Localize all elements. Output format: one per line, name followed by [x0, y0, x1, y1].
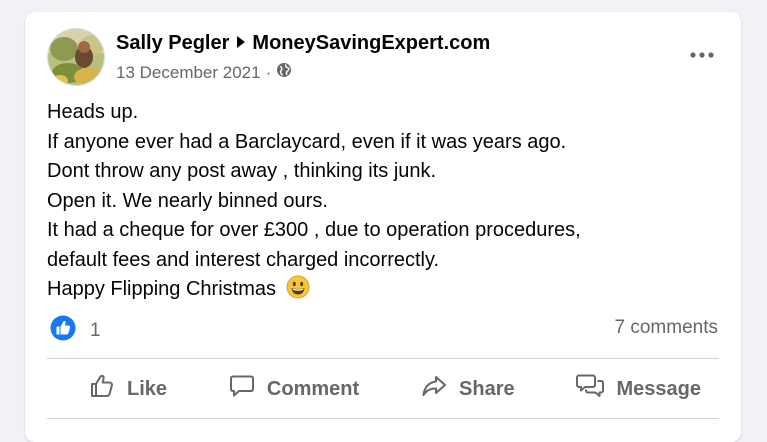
- comment-button[interactable]: Comment: [229, 373, 359, 405]
- reaction-summary[interactable]: 1: [50, 315, 101, 346]
- like-label: Like: [127, 377, 168, 400]
- avatar[interactable]: [47, 28, 105, 86]
- share-button[interactable]: Share: [421, 373, 515, 405]
- grinning-face-emoji-icon: [286, 275, 310, 309]
- divider: [47, 418, 719, 419]
- more-icon: [690, 52, 714, 58]
- like-reaction-icon: [50, 315, 76, 346]
- comment-label: Comment: [266, 377, 360, 400]
- group-name[interactable]: MoneySavingExpert.com: [252, 30, 490, 56]
- post-card: Sally Pegler MoneySavingExpert.com 13 De…: [25, 12, 741, 442]
- author-name[interactable]: Sally Pegler: [116, 30, 229, 56]
- globe-icon: [276, 62, 292, 84]
- post-header: Sally Pegler MoneySavingExpert.com: [116, 30, 490, 56]
- post-line: If anyone ever had a Barclaycard, even i…: [47, 130, 567, 153]
- post-body: Heads up. If anyone ever had a Barclayca…: [47, 98, 581, 309]
- action-bar: Like Comment Share Message: [47, 360, 719, 418]
- reaction-count: 1: [90, 319, 101, 341]
- like-button[interactable]: Like: [89, 373, 167, 405]
- post-meta: 13 December 2021 ·: [116, 62, 292, 84]
- more-options-button[interactable]: [685, 42, 719, 68]
- message-icon: [576, 373, 605, 405]
- post-line-last: Happy Flipping Christmas: [47, 275, 581, 309]
- post-line: Heads up.: [47, 101, 139, 123]
- post-line: default fees and interest charged incorr…: [47, 248, 440, 271]
- message-label: Message: [616, 377, 701, 400]
- divider: [47, 358, 719, 359]
- post-line: It had a cheque for over £300 , due to o…: [47, 219, 581, 241]
- share-icon: [421, 373, 447, 405]
- share-label: Share: [459, 377, 515, 400]
- caret-right-icon: [236, 30, 246, 56]
- avatar-photo: [48, 29, 104, 85]
- post-line: Happy Flipping Christmas: [47, 278, 276, 300]
- meta-separator: ·: [265, 63, 272, 82]
- post-line: Open it. We nearly binned ours.: [47, 189, 328, 212]
- comments-count-link[interactable]: 7 comments: [615, 317, 718, 339]
- message-button[interactable]: Message: [576, 373, 701, 405]
- comment-icon: [229, 373, 255, 405]
- post-line: Dont throw any post away , thinking its …: [47, 160, 437, 182]
- post-date[interactable]: 13 December 2021: [116, 62, 261, 84]
- thumbs-up-icon: [89, 373, 115, 405]
